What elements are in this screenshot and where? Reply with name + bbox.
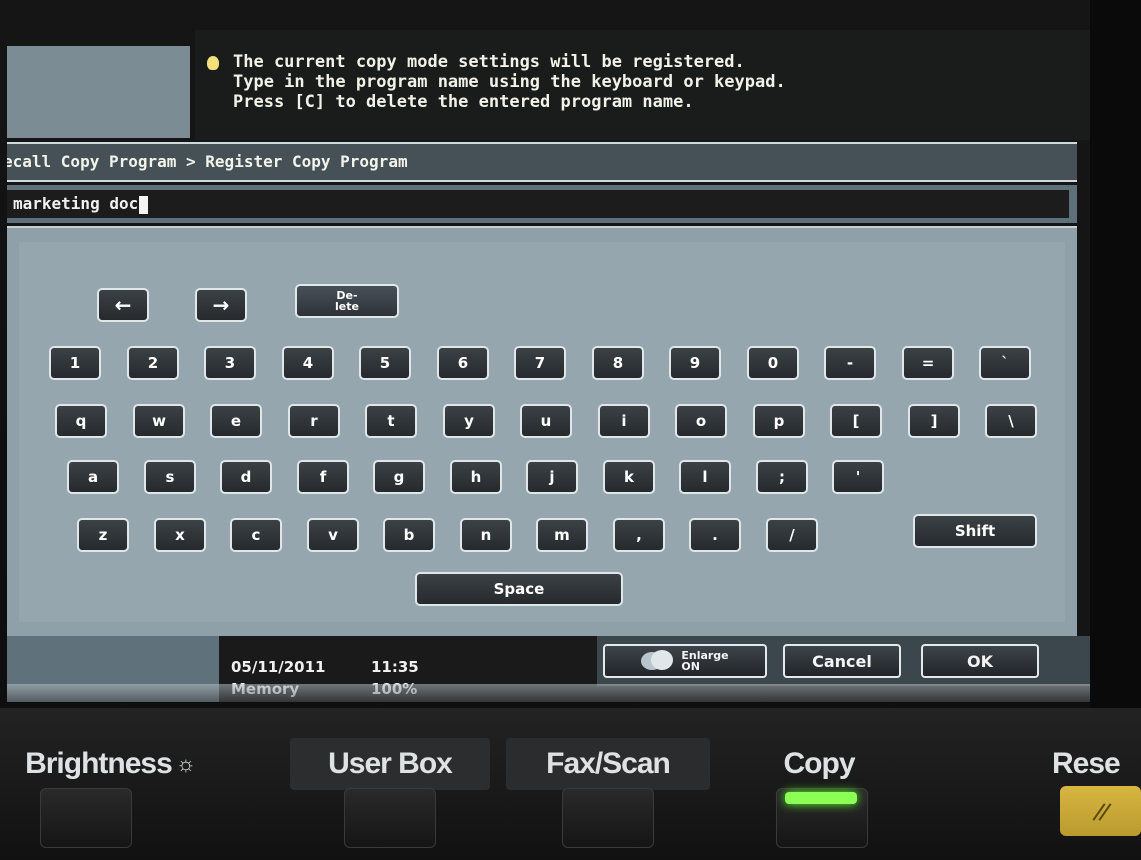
- instruction-message: The current copy mode settings will be r…: [195, 30, 1090, 140]
- key-row4-3[interactable]: v: [307, 518, 359, 552]
- brightness-label: Brightness ☼: [20, 738, 200, 790]
- arrow-right-key[interactable]: →: [195, 288, 247, 322]
- reset-label: Rese: [1052, 747, 1121, 780]
- key-row4-4[interactable]: b: [383, 518, 435, 552]
- key-row1-12[interactable]: `: [979, 346, 1031, 380]
- copy-label: Copy: [783, 747, 856, 780]
- breadcrumb-text: ecall Copy Program > Register Copy Progr…: [7, 152, 408, 171]
- status-time: 11:35: [371, 658, 419, 676]
- key-row4-1[interactable]: x: [154, 518, 206, 552]
- arrow-left-key[interactable]: ←: [97, 288, 149, 322]
- key-row1-7[interactable]: 8: [592, 346, 644, 380]
- key-row2-12[interactable]: \: [985, 404, 1037, 438]
- key-row3-0[interactable]: a: [67, 460, 119, 494]
- key-row2-10[interactable]: [: [830, 404, 882, 438]
- key-row1-8[interactable]: 9: [669, 346, 721, 380]
- screen-edge-reflection: [7, 684, 1090, 702]
- key-row2-5[interactable]: y: [443, 404, 495, 438]
- message-line-2: Type in the program name using the keybo…: [233, 72, 786, 92]
- key-row2-0[interactable]: q: [55, 404, 107, 438]
- fax-scan-label: Fax/Scan: [506, 738, 710, 790]
- key-row4-5[interactable]: n: [460, 518, 512, 552]
- message-line-1: The current copy mode settings will be r…: [233, 52, 745, 72]
- key-row3-5[interactable]: h: [450, 460, 502, 494]
- action-buttons: Enlarge ON Cancel OK: [597, 636, 1090, 686]
- delete-key[interactable]: De- lete: [295, 284, 399, 318]
- enlarge-label: Enlarge ON: [681, 649, 729, 673]
- key-row3-4[interactable]: g: [373, 460, 425, 494]
- user-box-label: User Box: [290, 738, 490, 790]
- key-row2-9[interactable]: p: [753, 404, 805, 438]
- shift-key[interactable]: Shift: [913, 514, 1037, 548]
- key-row1-3[interactable]: 4: [282, 346, 334, 380]
- sun-icon: ☼: [175, 751, 196, 776]
- key-row1-0[interactable]: 1: [49, 346, 101, 380]
- status-date: 05/11/2011: [231, 658, 326, 676]
- key-row3-10[interactable]: ': [832, 460, 884, 494]
- bezel-right: [1090, 0, 1141, 708]
- key-row3-6[interactable]: j: [526, 460, 578, 494]
- enlarge-icon: [641, 650, 675, 672]
- key-row1-11[interactable]: =: [902, 346, 954, 380]
- key-row3-9[interactable]: ;: [756, 460, 808, 494]
- copy-indicator-led: [785, 792, 857, 804]
- key-row3-1[interactable]: s: [144, 460, 196, 494]
- key-row2-7[interactable]: i: [598, 404, 650, 438]
- key-row4-8[interactable]: .: [689, 518, 741, 552]
- message-line-3: Press [C] to delete the entered program …: [233, 92, 694, 112]
- key-row4-2[interactable]: c: [230, 518, 282, 552]
- key-row1-4[interactable]: 5: [359, 346, 411, 380]
- key-row1-2[interactable]: 3: [204, 346, 256, 380]
- key-row3-2[interactable]: d: [220, 460, 272, 494]
- key-row1-5[interactable]: 6: [437, 346, 489, 380]
- on-screen-keyboard: ← → De- lete 1 2 3 4 5 6 7 8 9 0- = ` q w e r t y u i o p [] \…: [7, 226, 1077, 636]
- brightness-button[interactable]: [40, 788, 132, 848]
- program-name-value: marketing doc: [13, 194, 139, 213]
- enlarge-button[interactable]: Enlarge ON: [603, 644, 767, 678]
- key-row2-6[interactable]: u: [520, 404, 572, 438]
- key-row3-3[interactable]: f: [297, 460, 349, 494]
- key-row2-1[interactable]: w: [133, 404, 185, 438]
- cancel-button[interactable]: Cancel: [783, 644, 901, 678]
- key-row4-6[interactable]: m: [536, 518, 588, 552]
- header-left-block: [7, 46, 190, 138]
- space-key[interactable]: Space: [415, 572, 623, 606]
- key-row4-9[interactable]: /: [766, 518, 818, 552]
- reset-button[interactable]: [1060, 786, 1141, 836]
- brightness-text: Brightness: [25, 747, 173, 780]
- touch-screen: The current copy mode settings will be r…: [7, 22, 1090, 702]
- key-row2-8[interactable]: o: [675, 404, 727, 438]
- key-row1-1[interactable]: 2: [127, 346, 179, 380]
- key-row3-8[interactable]: l: [679, 460, 731, 494]
- key-row3-7[interactable]: k: [603, 460, 655, 494]
- key-row2-2[interactable]: e: [210, 404, 262, 438]
- key-row1-10[interactable]: -: [824, 346, 876, 380]
- keyboard-area: ← → De- lete 1 2 3 4 5 6 7 8 9 0- = ` q w e r t y u i o p [] \…: [19, 242, 1065, 622]
- key-row4-7[interactable]: ,: [613, 518, 665, 552]
- program-name-field: marketing doc: [7, 185, 1077, 223]
- control-panel: Brightness ☼ User Box Fax/Scan Copy Rese: [0, 708, 1141, 860]
- ok-button[interactable]: OK: [921, 644, 1039, 678]
- key-row2-3[interactable]: r: [288, 404, 340, 438]
- key-row2-4[interactable]: t: [365, 404, 417, 438]
- user-box-button[interactable]: [344, 788, 436, 848]
- program-name-input[interactable]: marketing doc: [7, 190, 1069, 218]
- key-row4-0[interactable]: z: [77, 518, 129, 552]
- fax-scan-button[interactable]: [562, 788, 654, 848]
- key-row2-11[interactable]: ]: [908, 404, 960, 438]
- key-row1-6[interactable]: 7: [514, 346, 566, 380]
- lightbulb-icon: [207, 56, 219, 70]
- key-row1-9[interactable]: 0: [747, 346, 799, 380]
- breadcrumb: ecall Copy Program > Register Copy Progr…: [7, 142, 1077, 182]
- text-caret: [139, 195, 149, 214]
